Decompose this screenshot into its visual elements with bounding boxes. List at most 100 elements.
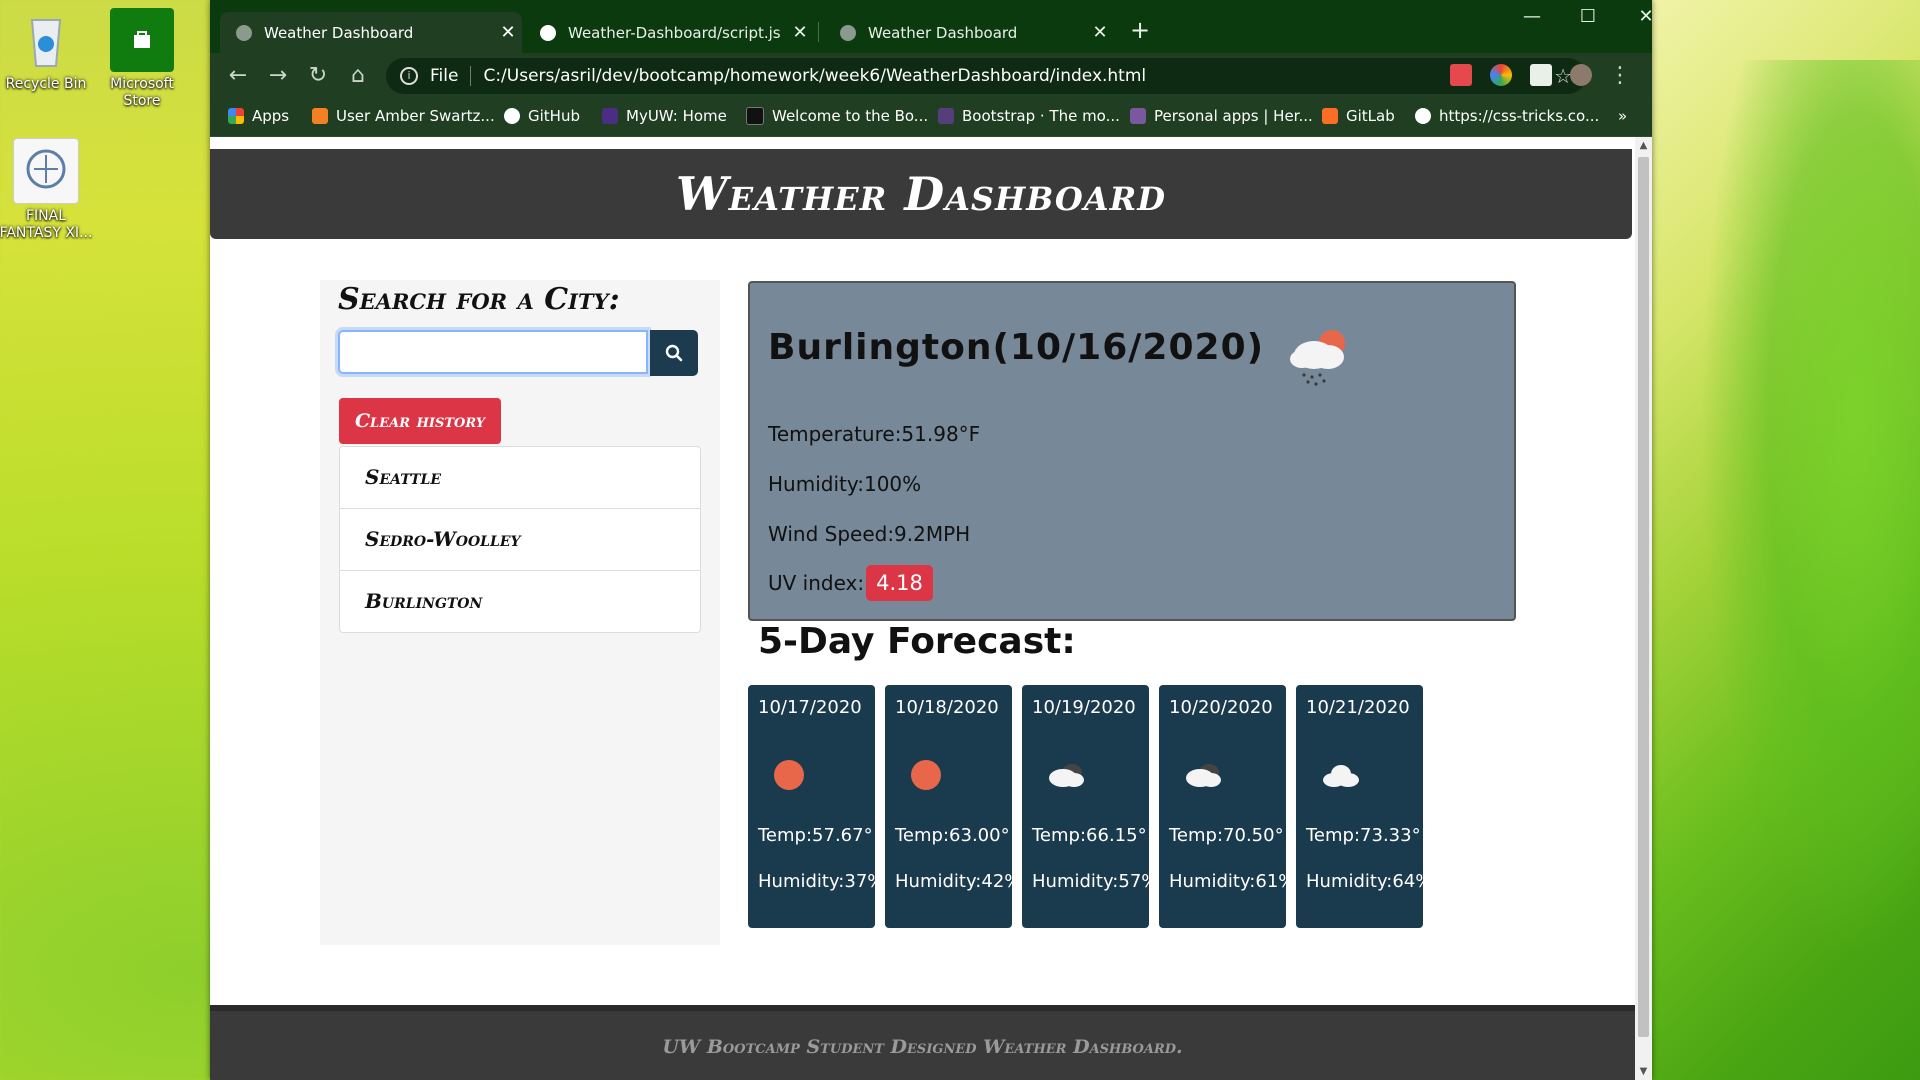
- apps-grid-icon: [228, 108, 244, 124]
- bookmark-label: User Amber Swartz...: [336, 107, 495, 125]
- back-icon[interactable]: ←: [224, 62, 252, 90]
- page-title: Weather Dashboard: [210, 149, 1632, 239]
- address-url: C:/Users/asril/dev/bootcamp/homework/wee…: [483, 66, 1147, 86]
- bookmark-label: https://css-tricks.co...: [1439, 107, 1600, 125]
- bootstrap-icon: [938, 108, 954, 124]
- uw-icon: [602, 108, 618, 124]
- forecast-card: 10/20/2020 Temp:70.50° Humidity:61%: [1159, 685, 1286, 928]
- tab-separator: [818, 22, 819, 42]
- forecast-date: 10/20/2020: [1169, 697, 1273, 718]
- tab-weather-dashboard-2[interactable]: Weather Dashboard ✕: [824, 12, 1114, 53]
- bookmark-myuw[interactable]: MyUW: Home: [602, 107, 727, 125]
- scrollbar-thumb[interactable]: [1638, 157, 1649, 1037]
- forecast-heading: 5-Day Forecast:: [758, 621, 1076, 662]
- extensions-puzzle-icon[interactable]: [1530, 64, 1552, 86]
- forecast-humidity: Humidity:37%: [758, 871, 875, 892]
- forecast-date: 10/18/2020: [895, 697, 999, 718]
- clear-history-button[interactable]: Clear history: [339, 398, 501, 444]
- forecast-humidity: Humidity:64%: [1306, 871, 1423, 892]
- bookmark-heroku[interactable]: Personal apps | Her...: [1130, 107, 1313, 125]
- forecast-card: 10/21/2020 Temp:73.33° Humidity:64%: [1296, 685, 1423, 928]
- gitlab-icon: [1322, 108, 1338, 124]
- close-window-icon[interactable]: ✕: [1622, 6, 1670, 27]
- bookmark-gitlab[interactable]: GitLab: [1322, 107, 1395, 125]
- maximize-icon[interactable]: ☐: [1564, 6, 1612, 27]
- search-heading: Search for a City:: [338, 282, 620, 317]
- page-footer: UW Bootcamp Student Designed Weather Das…: [210, 1005, 1635, 1080]
- forward-icon[interactable]: →: [264, 62, 292, 90]
- forecast-card: 10/17/2020 Temp:57.67° Humidity:37%: [748, 685, 875, 928]
- cloud-icon: [1323, 765, 1359, 787]
- history-item-seattle[interactable]: Seattle: [340, 447, 700, 509]
- scroll-up-icon[interactable]: ▲: [1635, 140, 1652, 151]
- bookmark-css-tricks[interactable]: https://css-tricks.co...: [1415, 107, 1599, 125]
- bookmark-label: MyUW: Home: [626, 107, 727, 125]
- profile-avatar[interactable]: [1570, 64, 1592, 86]
- history-item-burlington[interactable]: Burlington: [340, 571, 700, 632]
- desktop-icon-label: FINAL FANTASY XI...: [0, 208, 93, 241]
- forecast-temp: Temp:70.50°: [1169, 825, 1284, 846]
- cloud-dark-icon: [1186, 764, 1221, 787]
- search-icon: [665, 344, 683, 362]
- rain-cloud-sun-icon: [1290, 330, 1345, 386]
- close-tab-icon[interactable]: ✕: [1086, 22, 1114, 43]
- desktop-wallpaper: [1650, 0, 1920, 1080]
- tab-weather-dashboard[interactable]: Weather Dashboard ✕: [220, 12, 522, 53]
- uv-index-badge: 4.18: [866, 565, 933, 601]
- bookmark-icon: [312, 108, 328, 124]
- bookmark-label: Personal apps | Her...: [1154, 107, 1313, 125]
- bookmark-label: Bootstrap · The mo...: [962, 107, 1120, 125]
- minimize-icon[interactable]: —: [1508, 6, 1556, 27]
- city-search-input[interactable]: [338, 330, 648, 374]
- browser-toolbar: ← → ↻ ⌂ i File C:/Users/asril/dev/bootca…: [210, 53, 1652, 98]
- search-button[interactable]: [650, 330, 698, 376]
- extension-red-icon[interactable]: [1450, 64, 1472, 86]
- desktop-icon-final-fantasy[interactable]: FINAL FANTASY XI...: [0, 138, 96, 242]
- history-item-sedro-woolley[interactable]: Sedro-Woolley: [340, 509, 700, 571]
- bookmarks-bar: Apps User Amber Swartz... GitHub MyUW: H…: [210, 98, 1652, 137]
- tab-github-script[interactable]: Weather-Dashboard/script.js at m ✕: [524, 12, 814, 53]
- bootcamp-icon: [746, 107, 764, 125]
- extension-color-icon[interactable]: [1490, 64, 1512, 86]
- bookmark-github[interactable]: GitHub: [504, 107, 580, 125]
- desktop-icon-microsoft-store[interactable]: Microsoft Store: [92, 8, 192, 110]
- globe-icon: [1415, 108, 1431, 124]
- current-temperature: Temperature:51.98°F: [768, 422, 981, 446]
- forecast-humidity: Humidity:61%: [1169, 871, 1286, 892]
- bookmark-apps[interactable]: Apps: [228, 107, 289, 125]
- address-bar[interactable]: i File C:/Users/asril/dev/bootcamp/homew…: [386, 58, 1586, 94]
- current-city-date: Burlington(10/16/2020): [768, 327, 1265, 368]
- github-icon: [504, 108, 520, 124]
- close-tab-icon[interactable]: ✕: [786, 22, 814, 43]
- forecast-temp: Temp:66.15°: [1032, 825, 1147, 846]
- bookmark-label: Welcome to the Bo...: [772, 107, 929, 125]
- site-info-icon[interactable]: i: [400, 67, 418, 85]
- recycle-bin-icon: [14, 8, 78, 72]
- search-history-list: Seattle Sedro-Woolley Burlington: [339, 446, 701, 633]
- bookmark-bootstrap[interactable]: Bootstrap · The mo...: [938, 107, 1120, 125]
- forecast-temp: Temp:73.33°: [1306, 825, 1421, 846]
- scroll-down-icon[interactable]: ▼: [1635, 1066, 1652, 1077]
- desktop-icon-label: Microsoft Store: [110, 76, 174, 109]
- desktop-icon-recycle-bin[interactable]: Recycle Bin: [0, 8, 96, 93]
- tab-title: Weather Dashboard: [868, 23, 1018, 42]
- bookmark-amber-swartz[interactable]: User Amber Swartz...: [312, 107, 495, 125]
- page-content: Weather Dashboard Search for a City: Cle…: [210, 137, 1635, 1080]
- page-scrollbar[interactable]: ▲ ▼: [1635, 137, 1652, 1080]
- tab-title: Weather Dashboard: [264, 23, 414, 42]
- microsoft-store-icon: [110, 8, 174, 72]
- home-icon[interactable]: ⌂: [344, 62, 372, 90]
- forecast-card: 10/19/2020 Temp:66.15° Humidity:57%: [1022, 685, 1149, 928]
- bookmarks-more-icon[interactable]: »: [1618, 107, 1627, 125]
- desktop-icon-label: Recycle Bin: [5, 76, 87, 92]
- forecast-date: 10/21/2020: [1306, 697, 1410, 718]
- new-tab-icon[interactable]: +: [1130, 16, 1150, 44]
- current-humidity: Humidity:100%: [768, 472, 922, 496]
- menu-dots-icon[interactable]: ⋮: [1606, 62, 1634, 90]
- forecast-humidity: Humidity:42%: [895, 871, 1012, 892]
- forecast-date: 10/19/2020: [1032, 697, 1136, 718]
- close-tab-icon[interactable]: ✕: [494, 22, 522, 43]
- forecast-humidity: Humidity:57%: [1032, 871, 1149, 892]
- bookmark-bootcamp[interactable]: Welcome to the Bo...: [746, 107, 928, 125]
- reload-icon[interactable]: ↻: [304, 62, 332, 90]
